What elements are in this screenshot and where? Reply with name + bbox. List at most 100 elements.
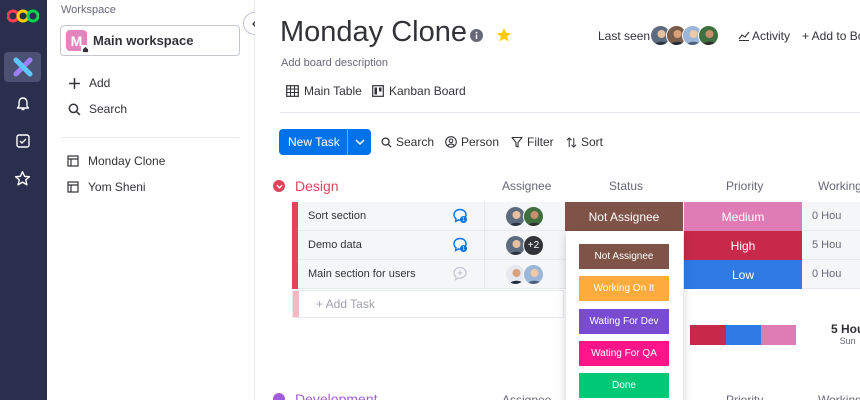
- group-header-design[interactable]: Design: [273, 178, 339, 194]
- add-to-board-button[interactable]: + Add to Bo: [802, 29, 860, 43]
- checkbox-icon[interactable]: [4, 126, 41, 156]
- priority-summary-high: [690, 325, 727, 345]
- add-comment-icon[interactable]: [452, 266, 468, 282]
- svg-text:1: 1: [462, 217, 465, 223]
- sort-button[interactable]: Sort: [566, 135, 603, 149]
- working-summary-label: Sun: [839, 336, 856, 346]
- priority-summary-medium: [761, 325, 796, 345]
- task-name[interactable]: Demo data: [308, 239, 362, 251]
- activity-icon: [738, 31, 750, 41]
- workspace-avatar: M: [66, 30, 90, 54]
- favorite-star-icon[interactable]: [496, 27, 512, 43]
- home-icon: [81, 45, 90, 54]
- sort-icon: [566, 136, 577, 148]
- group-name[interactable]: Development: [295, 391, 378, 400]
- sort-label: Sort: [581, 135, 604, 149]
- status-option-working-on-it[interactable]: Working On It: [579, 276, 669, 301]
- chat-icon[interactable]: 1: [452, 208, 468, 224]
- priority-cell[interactable]: Low: [684, 260, 802, 289]
- sidebar-item-monday-clone[interactable]: Monday Clone: [66, 152, 165, 170]
- task-name[interactable]: Sort section: [308, 210, 366, 222]
- column-header-status[interactable]: Status: [609, 179, 643, 193]
- bell-icon[interactable]: [4, 89, 41, 119]
- person-filter[interactable]: Person: [445, 135, 499, 149]
- add-button[interactable]: Add: [66, 74, 110, 92]
- workspace-selector[interactable]: M Main workspace: [60, 25, 240, 56]
- column-header-working[interactable]: Working: [818, 179, 860, 193]
- priority-cell[interactable]: Medium: [684, 202, 802, 231]
- monday-logo[interactable]: [7, 8, 39, 24]
- group-header-development[interactable]: Development: [273, 391, 378, 400]
- filter-button[interactable]: Filter: [511, 135, 554, 149]
- status-cell[interactable]: Not Assignee: [565, 202, 683, 231]
- info-icon[interactable]: [470, 29, 483, 42]
- tab-kanban-board[interactable]: Kanban Board: [372, 83, 466, 99]
- star-icon[interactable]: [4, 163, 41, 193]
- assignee-cell[interactable]: [505, 206, 544, 227]
- app-root: Workspace M Main workspace Add Search Mo…: [0, 0, 860, 400]
- board-main: Monday Clone Add board description Last …: [255, 0, 860, 400]
- add-task-input[interactable]: + Add Task: [316, 297, 375, 311]
- person-icon: [445, 136, 457, 148]
- board-description[interactable]: Add board description: [281, 57, 388, 69]
- group-color-bar: [292, 202, 298, 231]
- column-header-priority[interactable]: Priority: [726, 179, 763, 193]
- working-summary: 5 Hou Sun: [831, 322, 860, 346]
- board-icon: [66, 155, 80, 167]
- status-option-waiting-for-dev[interactable]: Wating For Dev: [579, 309, 669, 334]
- tab-label: Main Table: [304, 84, 362, 98]
- tab-main-table[interactable]: Main Table: [286, 83, 362, 99]
- column-header-working[interactable]: Working: [818, 393, 860, 400]
- chat-icon[interactable]: 1: [452, 237, 468, 253]
- activity-label: Activity: [752, 29, 791, 43]
- sidebar-item-label: Monday Clone: [88, 154, 166, 168]
- priority-summary-low: [726, 325, 761, 345]
- column-header-assignee[interactable]: Assignee: [502, 393, 551, 400]
- last-seen-avatars[interactable]: [650, 25, 719, 46]
- new-task-button[interactable]: New Task: [279, 129, 371, 155]
- priority-cell[interactable]: High: [684, 231, 802, 260]
- status-option-done[interactable]: Done: [579, 373, 669, 398]
- search-icon: [66, 103, 82, 116]
- filter-label: Filter: [527, 135, 554, 149]
- cell-divider: [484, 231, 485, 260]
- group-color-bar: [292, 260, 298, 289]
- avatar: [698, 25, 719, 46]
- workspace-sidebar: Workspace M Main workspace Add Search Mo…: [47, 0, 266, 400]
- search-button[interactable]: Search: [66, 100, 127, 118]
- status-option-not-assignee[interactable]: Not Assignee: [579, 244, 669, 269]
- column-header-assignee[interactable]: Assignee: [502, 179, 551, 193]
- working-hours-cell[interactable]: 0 Hou: [812, 210, 841, 222]
- status-dropdown: Not Assignee Working On It Wating For De…: [566, 231, 683, 400]
- assignee-cell[interactable]: [505, 264, 544, 285]
- last-seen-label: Last seen: [598, 29, 651, 43]
- add-label: Add: [89, 76, 111, 90]
- cell-divider: [484, 260, 485, 289]
- status-option-waiting-for-qa[interactable]: Wating For QA: [579, 341, 669, 366]
- table-row[interactable]: Sort section 1 Not Assignee Medium 0 Hou: [292, 202, 860, 231]
- table-icon: [286, 85, 299, 97]
- workspace-icon[interactable]: [4, 52, 41, 82]
- kanban-icon: [372, 85, 384, 97]
- group-color-bar: [293, 291, 299, 317]
- search-tool[interactable]: Search: [381, 135, 434, 149]
- column-header-priority[interactable]: Priority: [726, 393, 763, 400]
- chevron-down-icon[interactable]: [273, 393, 285, 400]
- board-title[interactable]: Monday Clone: [280, 16, 467, 49]
- workspace-name: Main workspace: [93, 33, 194, 48]
- person-filter-label: Person: [461, 135, 500, 149]
- sidebar-item-yom-sheni[interactable]: Yom Sheni: [66, 178, 146, 196]
- working-hours-cell[interactable]: 5 Hou: [812, 239, 841, 251]
- plus-icon: [66, 77, 82, 90]
- task-name[interactable]: Main section for users: [308, 268, 416, 280]
- group-color-bar: [292, 231, 298, 260]
- extra-assignees-badge[interactable]: +2: [523, 235, 544, 256]
- chevron-down-icon[interactable]: [348, 139, 371, 145]
- group-name[interactable]: Design: [295, 178, 339, 194]
- assignee-cell[interactable]: +2: [505, 235, 544, 256]
- add-task-row[interactable]: + Add Task: [292, 290, 564, 318]
- tab-label: Kanban Board: [389, 84, 466, 98]
- activity-button[interactable]: Activity: [738, 29, 790, 43]
- chevron-down-icon[interactable]: [273, 180, 285, 192]
- working-hours-cell[interactable]: 0 Hou: [812, 268, 841, 280]
